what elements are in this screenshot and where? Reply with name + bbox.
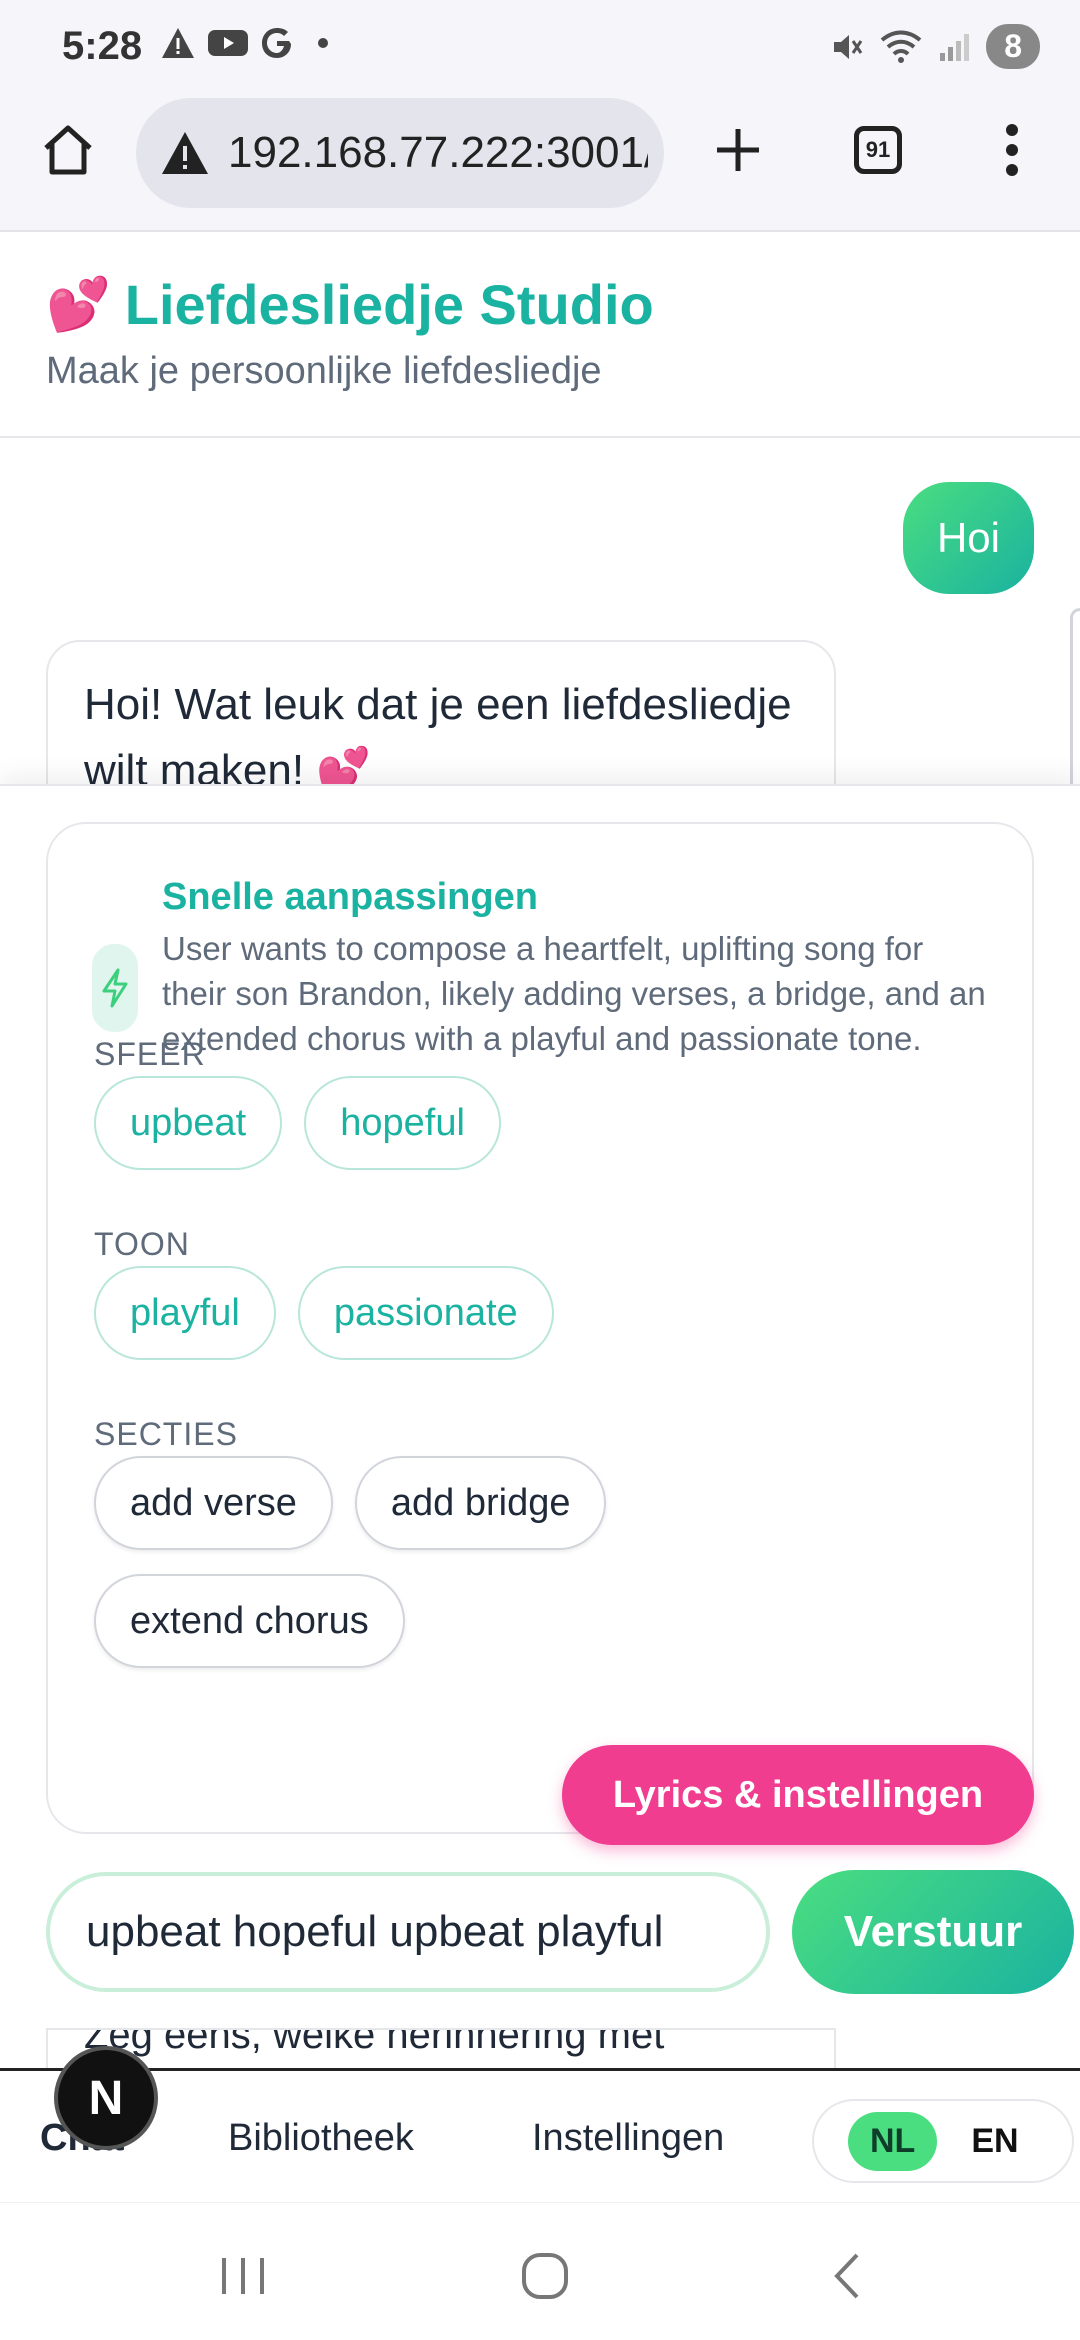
section-label-secties: SECTIES [94,1416,238,1452]
chip-add-bridge[interactable]: add bridge [354,1456,607,1550]
home-system-button[interactable] [510,2241,580,2311]
lang-en[interactable]: EN [971,2122,1018,2161]
chip-upbeat[interactable]: upbeat [94,1076,283,1170]
quick-adjust-title: Snelle aanpassingen [162,876,538,918]
back-chevron-icon [834,2253,859,2299]
browser-menu-button[interactable] [972,110,1052,190]
chip-passionate[interactable]: passionate [297,1266,554,1360]
section-label-sfeer: SFEER [94,1036,206,1072]
status-system-icons: 8 [830,24,1040,69]
quick-adjust-card: Snelle aanpassingen User wants to compos… [46,822,1034,1834]
quick-adjust-description: User wants to compose a heartfelt, uplif… [162,930,986,1057]
app-header: 💕 Liefdesliedje Studio Maak je persoonli… [0,232,1080,438]
url-text: 192.168.77.222:3001/s [228,128,648,177]
wifi-icon [880,30,922,63]
home-icon [44,125,92,175]
signal-icon [940,33,970,61]
dot-icon [318,38,328,48]
not-secure-warning-icon [162,132,208,174]
back-button[interactable] [812,2241,882,2311]
battery-indicator: 8 [986,24,1040,69]
recent-apps-button[interactable] [208,2241,278,2311]
recents-icon [222,2258,264,2294]
bot-message-partial-text: Zeg eens, welke herinnering met [84,2028,665,2057]
more-vertical-icon [1006,124,1018,176]
chips-sfeer: upbeat hopeful [94,1076,994,1170]
tab-count: 91 [854,126,902,174]
alert-icon [162,28,194,58]
bottom-nav: Chat Bibliotheek Instellingen NL EN [0,2068,1080,2202]
dev-tools-badge[interactable]: N [54,2046,158,2150]
mute-icon [834,34,863,59]
language-toggle: NL EN [812,2099,1074,2183]
youtube-icon [208,30,248,56]
status-bar: 5:28 8 [0,0,1080,96]
section-label-toon: TOON [94,1226,190,1262]
chip-add-verse[interactable]: add verse [94,1456,333,1550]
address-bar[interactable]: 192.168.77.222:3001/s [136,98,664,208]
app-subtitle: Maak je persoonlijke liefdesliedje [46,350,602,392]
composer-overlay: Snelle aanpassingen User wants to compos… [0,784,1080,2088]
chat-area[interactable]: Hoi Hoi! Wat leuk dat je een liefdeslied… [0,440,1080,784]
bolt-icon [92,944,138,1032]
lang-nl[interactable]: NL [848,2111,938,2171]
status-notification-icons [160,26,328,60]
message-input[interactable]: upbeat hopeful upbeat playful [46,1872,770,1992]
chips-toon: playful passionate [94,1266,994,1360]
bot-message-bubble: Hoi! Wat leuk dat je een liefdesliedje w… [46,640,836,784]
browser-toolbar: 192.168.77.222:3001/s 91 [0,96,1080,232]
user-message-bubble: Hoi [902,482,1034,594]
hearts-emoji-icon: 💕 [46,276,111,334]
plus-icon [717,129,759,171]
system-nav-bar [0,2202,1080,2340]
home-circle-icon [522,2253,568,2299]
lyrics-settings-button[interactable]: Lyrics & instellingen [562,1745,1034,1845]
nav-instellingen[interactable]: Instellingen [532,2071,724,2205]
nav-bibliotheek[interactable]: Bibliotheek [228,2071,414,2205]
send-button[interactable]: Verstuur [792,1870,1074,1994]
new-tab-button[interactable] [698,110,778,190]
tab-switcher-button[interactable]: 91 [838,110,918,190]
status-time: 5:28 [62,24,143,68]
chip-playful[interactable]: playful [94,1266,276,1360]
chip-hopeful[interactable]: hopeful [304,1076,501,1170]
chip-extend-chorus[interactable]: extend chorus [94,1574,405,1668]
chips-secties: add verse add bridge extend chorus [94,1456,794,1668]
home-button[interactable] [28,110,108,190]
app-title: 💕 Liefdesliedje Studio [46,272,654,337]
google-icon [262,28,291,58]
app-title-text: Liefdesliedje Studio [124,273,654,336]
